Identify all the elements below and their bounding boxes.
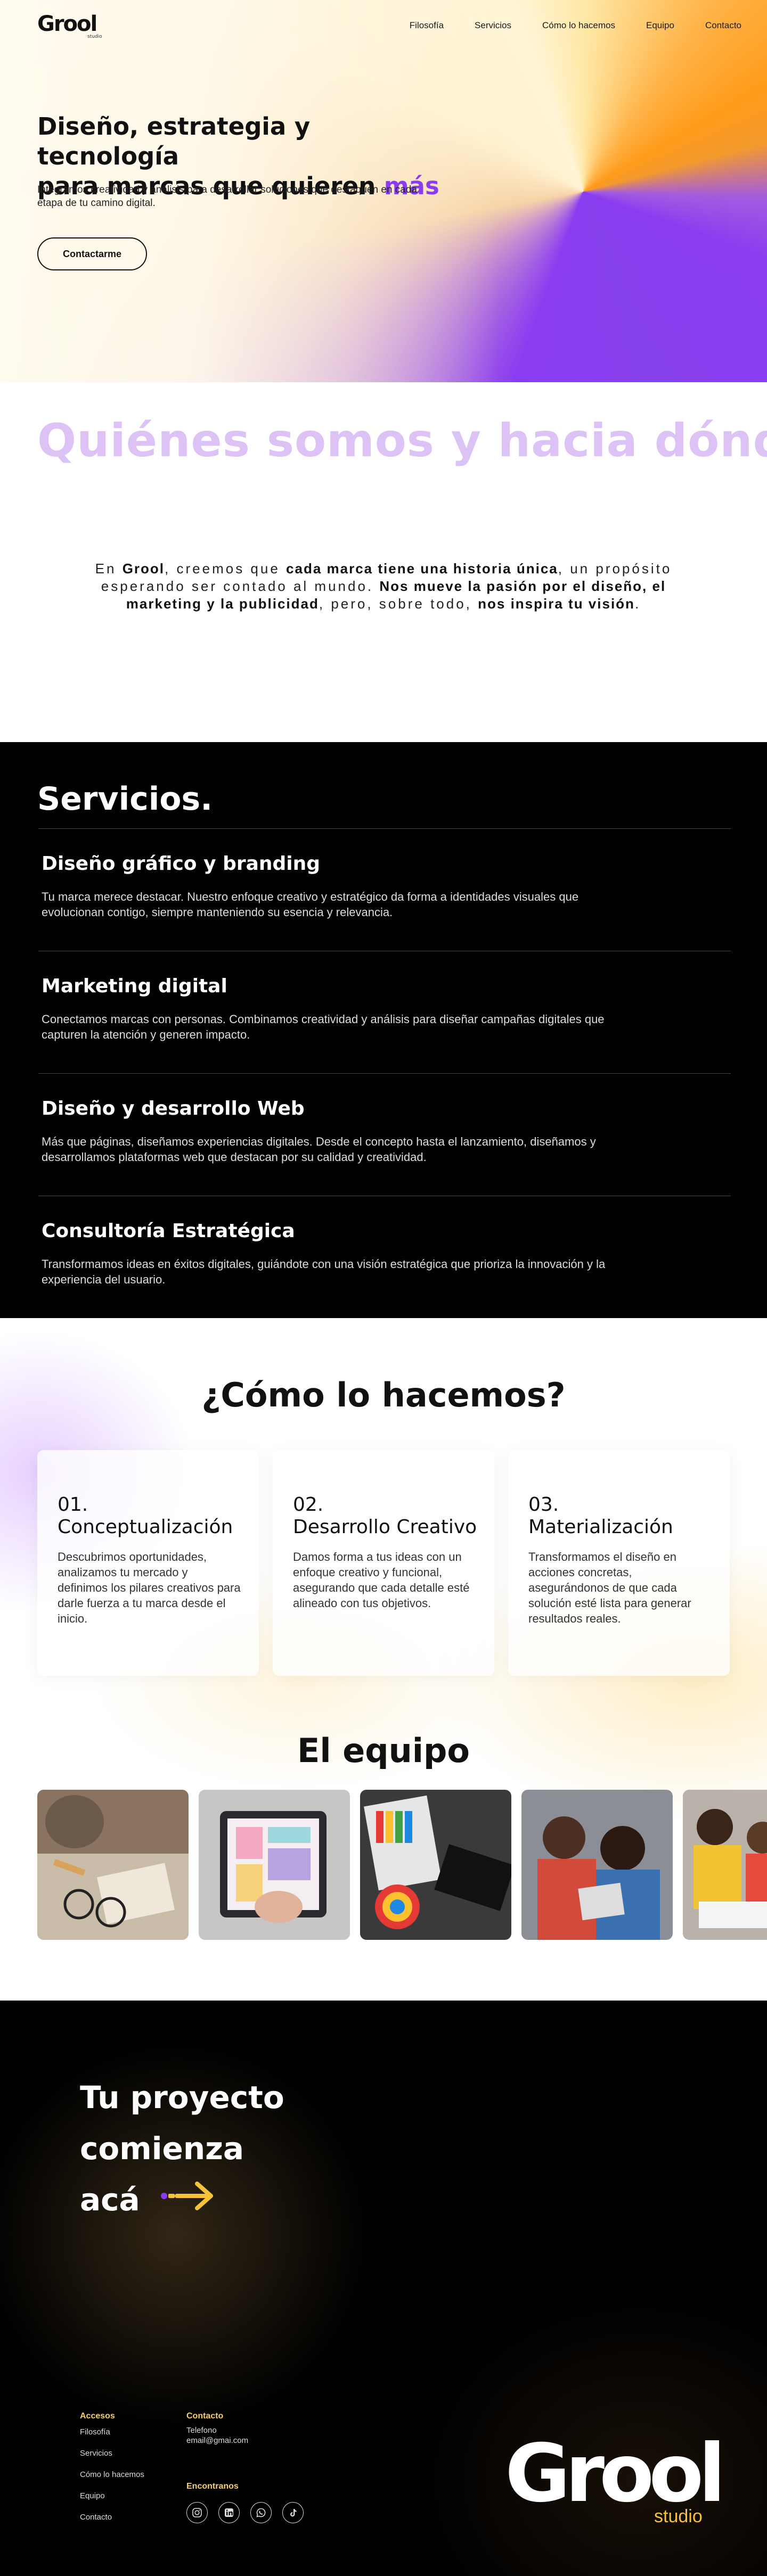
service-title-consultoria[interactable]: Consultoría Estratégica	[42, 1220, 295, 1242]
card-number: 01.	[58, 1494, 88, 1516]
team-photo-2[interactable]	[199, 1790, 350, 1940]
about-text: En Grool, creemos que cada marca tiene u…	[95, 561, 672, 612]
services-section: Servicios. Diseño gráfico y branding Tu …	[0, 742, 767, 1318]
cta-title: Tu proyecto comienza acá	[80, 2072, 378, 2225]
service-title-branding[interactable]: Diseño gráfico y branding	[42, 853, 320, 875]
hero-title-line1: Diseño, estrategia y tecnología	[37, 112, 311, 170]
tiktok-icon[interactable]	[282, 2502, 304, 2523]
cta-line1: Tu proyecto	[80, 2079, 284, 2116]
about-section: Quiénes somos y hacia dónde vamos En Gro…	[0, 382, 767, 742]
card-desc: Descubrimos oportunidades, analizamos tu…	[58, 1550, 241, 1625]
card-title: Conceptualización	[58, 1516, 233, 1538]
card-desc: Transformamos el diseño en acciones conc…	[528, 1550, 691, 1625]
card-title: Materialización	[528, 1516, 673, 1538]
card-desc: Damos forma a tus ideas con un enfoque c…	[293, 1550, 470, 1610]
whatsapp-icon[interactable]	[250, 2502, 272, 2523]
logo[interactable]: Grool	[37, 12, 97, 36]
team-photo-3[interactable]	[360, 1790, 511, 1940]
process-card-3: 03. Materialización Transformamos el dis…	[508, 1450, 730, 1676]
cta-line2: comienza	[80, 2130, 244, 2167]
footer-link-equipo[interactable]: Equipo	[80, 2491, 105, 2500]
footer-link-como[interactable]: Cómo lo hacemos	[80, 2470, 144, 2479]
arrow-right-icon[interactable]	[159, 2179, 217, 2212]
footer-encontranos-heading: Encontranos	[186, 2482, 239, 2491]
team-photo-1[interactable]	[37, 1790, 189, 1940]
service-desc-consultoria: Transformamos ideas en éxitos digitales,…	[42, 1257, 606, 1286]
nav-link-servicios[interactable]: Servicios	[475, 20, 511, 31]
footer-phone[interactable]: Telefono	[186, 2425, 217, 2435]
card-title: Desarrollo Creativo	[293, 1516, 477, 1538]
card-number: 03.	[528, 1494, 559, 1516]
about-marquee: Quiénes somos y hacia dónde vamos	[37, 414, 767, 467]
divider	[38, 828, 731, 829]
hero-section: Grool studio Filosofía Servicios Cómo lo…	[0, 0, 767, 382]
footer-logo[interactable]: Grool	[505, 2434, 726, 2514]
team-photo-4[interactable]	[521, 1790, 673, 1940]
footer-link-filosofia[interactable]: Filosofía	[80, 2427, 110, 2437]
footer-link-servicios[interactable]: Servicios	[80, 2449, 112, 2458]
services-heading: Servicios.	[37, 780, 213, 818]
team-photo-5[interactable]	[683, 1790, 767, 1940]
nav-link-contacto[interactable]: Contacto	[705, 20, 741, 31]
process-card-2: 02. Desarrollo Creativo Damos forma a tu…	[273, 1450, 494, 1676]
logo-subtitle: studio	[87, 34, 102, 39]
how-heading: ¿Cómo lo hacemos?	[201, 1376, 566, 1414]
instagram-icon[interactable]	[186, 2502, 208, 2523]
footer-link-contacto[interactable]: Contacto	[80, 2513, 112, 2522]
service-title-marketing[interactable]: Marketing digital	[42, 975, 227, 997]
footer-accesos-heading: Accesos	[80, 2412, 115, 2421]
top-nav: Grool studio Filosofía Servicios Cómo lo…	[0, 0, 767, 53]
card-number: 02.	[293, 1494, 324, 1516]
service-title-web[interactable]: Diseño y desarrollo Web	[42, 1098, 305, 1120]
team-heading: El equipo	[297, 1731, 470, 1770]
divider	[38, 1073, 731, 1074]
nav-link-como[interactable]: Cómo lo hacemos	[542, 20, 615, 31]
nav-link-filosofia[interactable]: Filosofía	[410, 20, 444, 31]
how-section: ¿Cómo lo hacemos? 01. Conceptualización …	[0, 1318, 767, 2001]
footer-contacto-heading: Contacto	[186, 2412, 224, 2421]
service-desc-web: Más que páginas, diseñamos experiencias …	[42, 1135, 596, 1164]
hero-subtitle: Integramos creatividad y análisis para d…	[37, 184, 417, 209]
service-desc-branding: Tu marca merece destacar. Nuestro enfoqu…	[42, 890, 579, 919]
footer-logo-subtitle: studio	[654, 2506, 703, 2526]
footer-email[interactable]: email@gmai.com	[186, 2435, 248, 2446]
nav-link-equipo[interactable]: Equipo	[646, 20, 674, 31]
cta-line3: acá	[80, 2182, 140, 2218]
contact-me-button[interactable]: Contactarme	[37, 237, 147, 270]
service-desc-marketing: Conectamos marcas con personas. Combinam…	[42, 1013, 605, 1041]
process-card-1: 01. Conceptualización Descubrimos oportu…	[37, 1450, 259, 1676]
linkedin-icon[interactable]	[218, 2502, 240, 2523]
